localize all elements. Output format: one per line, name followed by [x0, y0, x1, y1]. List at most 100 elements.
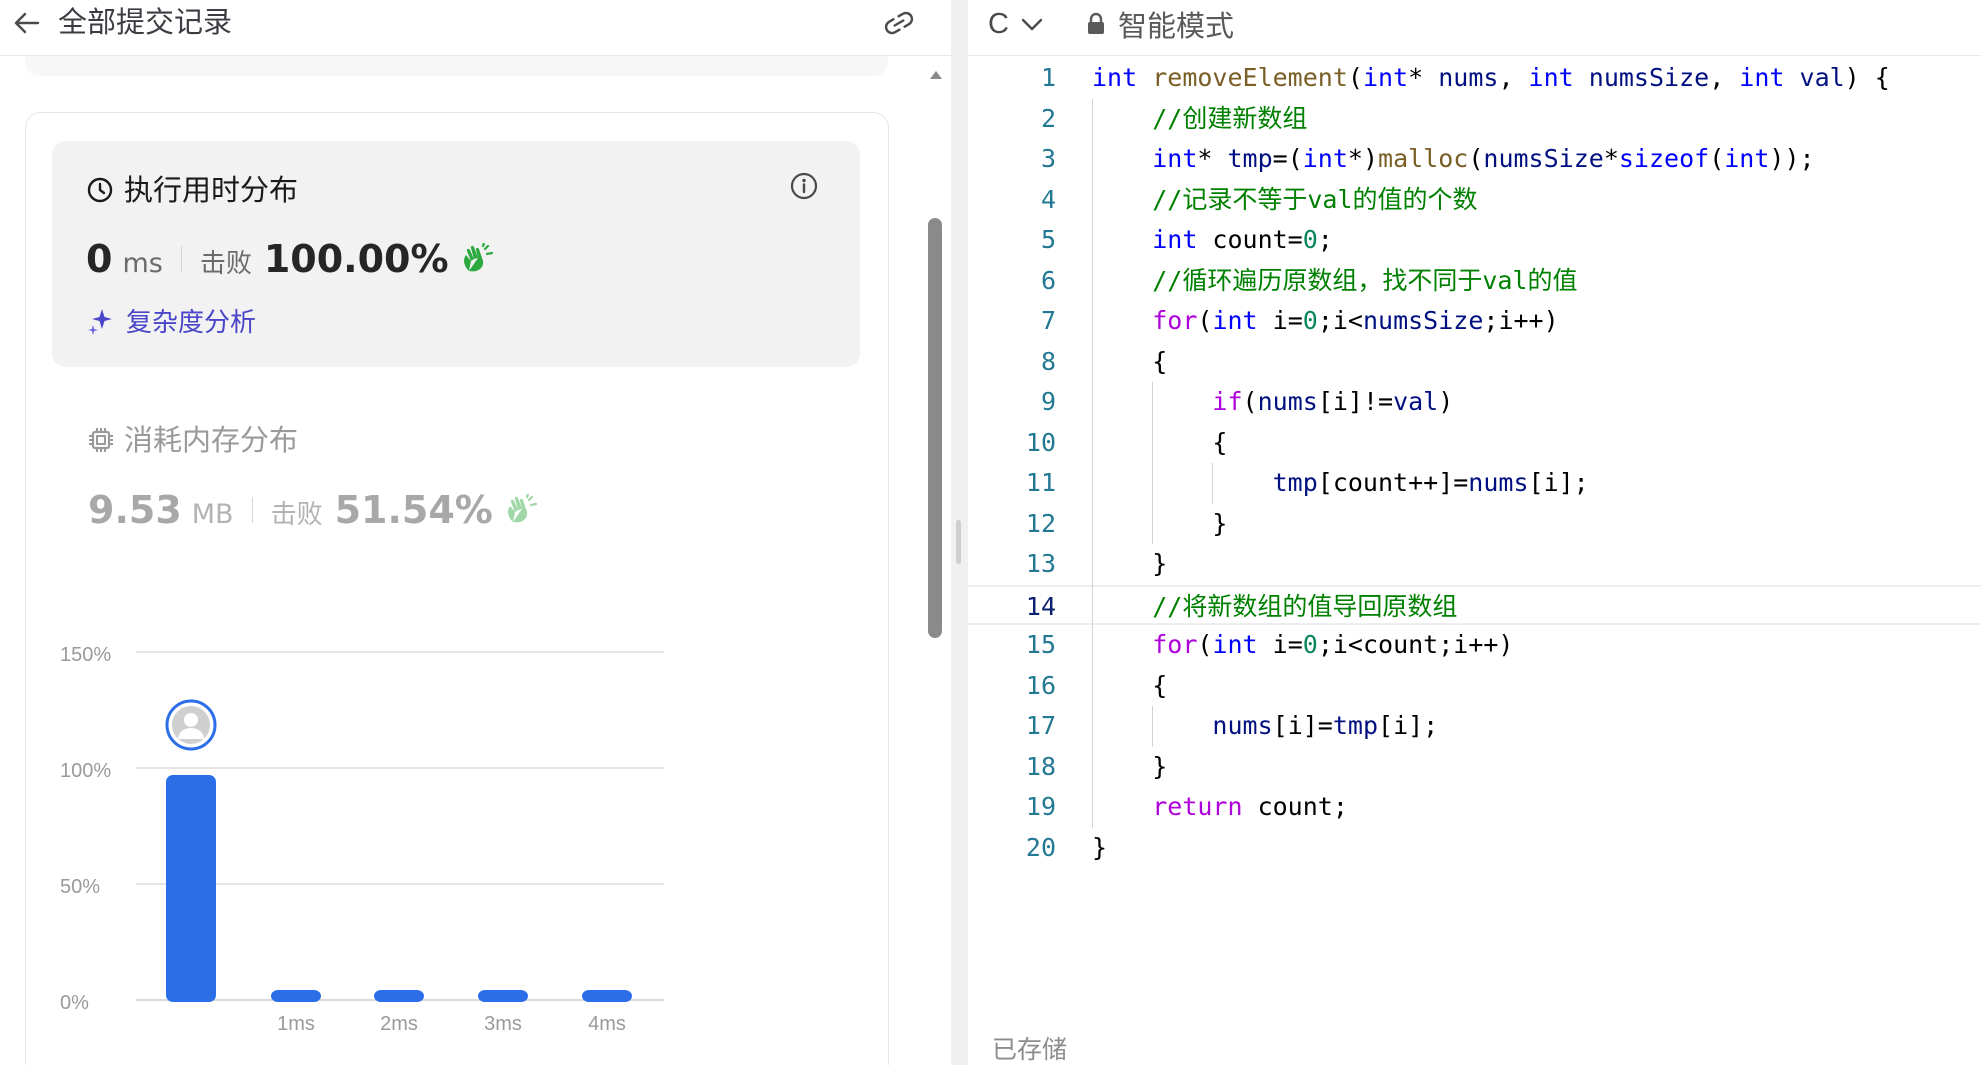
chart-bar [166, 774, 216, 1002]
line-number: 6 [1040, 265, 1056, 295]
x-tick-label: 2ms [380, 1013, 418, 1035]
y-tick-label: 50% [60, 876, 100, 898]
x-tick-label: 1ms [277, 1013, 315, 1035]
line-number: 12 [1025, 508, 1056, 538]
code-text: return count; [1152, 792, 1348, 821]
resize-grip[interactable] [956, 520, 961, 564]
runtime-unit: ms [122, 248, 163, 279]
chart-bar [374, 990, 424, 1002]
code-text: if(nums[i]!=val) [1212, 387, 1454, 416]
code-line[interactable]: 5 int count=0; [968, 220, 1981, 260]
complexity-analysis-link[interactable]: 复杂度分析 [88, 302, 256, 339]
memory-value: 9.53 [88, 488, 182, 532]
divider [180, 246, 182, 272]
divider [251, 497, 253, 523]
arrow-left-icon [14, 12, 40, 34]
chart-bar [478, 990, 528, 1002]
code-text: int count=0; [1152, 225, 1333, 254]
line-number: 8 [1040, 346, 1056, 376]
line-number: 17 [1025, 711, 1056, 740]
save-status: 已存储 [992, 1035, 1068, 1064]
clap-icon [507, 494, 537, 523]
x-tick-label: 3ms [484, 1013, 522, 1035]
code-line[interactable]: 12 } [968, 504, 1981, 544]
runtime-metric: 0 ms 击败 100.00% [86, 236, 495, 282]
code-line[interactable]: 4 //记录不等于val的值的个数 [968, 180, 1981, 220]
code-text: //循环遍历原数组，找不同于val的值 [1152, 265, 1578, 295]
code-text: } [1092, 508, 1228, 538]
code-line[interactable]: 15 for(int i=0;i<count;i++) [968, 625, 1981, 665]
code-line[interactable]: 18 } [968, 747, 1981, 787]
line-number: 14 [1025, 591, 1056, 621]
code-text: for(int i=0;i<numsSize;i++) [1152, 306, 1559, 335]
code-line[interactable]: 9 if(nums[i]!=val) [968, 382, 1981, 422]
avatar-head [184, 712, 198, 727]
code-text: //将新数组的值导回原数组 [1152, 591, 1458, 621]
chart-bar [582, 990, 632, 1002]
code-text: { [1092, 427, 1228, 457]
code-text: } [1092, 832, 1108, 862]
code-text: int removeElement(int* nums, int numsSiz… [1092, 63, 1890, 92]
runtime-beats-percent: 100.00% [263, 237, 449, 281]
code-line[interactable]: 10 { [968, 423, 1981, 463]
indent-guide [1092, 98, 1093, 828]
code-text: nums[i]=tmp[i]; [1212, 711, 1439, 740]
submission-header: 全部提交记录 [0, 0, 951, 56]
language-value: C [988, 7, 1009, 40]
code-text: //记录不等于val的值的个数 [1152, 184, 1478, 214]
scrollbar-thumb[interactable] [928, 218, 942, 638]
runtime-value: 0 [86, 237, 113, 281]
code-line[interactable]: 2 //创建新数组 [968, 99, 1981, 139]
code-text: tmp[count++]=nums[i]; [1272, 468, 1589, 497]
code-line[interactable]: 7 for(int i=0;i<numsSize;i++) [968, 301, 1981, 341]
code-line[interactable]: 14 //将新数组的值导回原数组 [968, 584, 1981, 625]
code-line[interactable]: 8 { [968, 342, 1981, 382]
indent-guide [1212, 463, 1214, 504]
runtime-distribution-chart: 150% 100% 50% 0% 1ms 2ms 3ms 4ms [60, 644, 664, 1035]
back-button[interactable] [10, 6, 44, 40]
chip-icon [89, 428, 113, 452]
info-icon[interactable] [788, 170, 820, 202]
code-line[interactable]: 19 return count; [968, 787, 1981, 827]
chevron-down-icon [1021, 18, 1043, 31]
line-number: 18 [1025, 751, 1056, 781]
code-line[interactable]: 6 //循环遍历原数组，找不同于val的值 [968, 261, 1981, 301]
line-number: 19 [1025, 792, 1056, 821]
lock-icon [1088, 12, 1104, 34]
code-line[interactable]: 3 int* tmp=(int*)malloc(numsSize*sizeof(… [968, 139, 1981, 179]
line-number: 15 [1025, 630, 1056, 659]
line-number: 11 [1025, 468, 1056, 497]
code-line[interactable]: 16 { [968, 666, 1981, 706]
sparkle-icon [88, 308, 112, 335]
runtime-beats-label: 击败 [199, 249, 252, 279]
line-number: 3 [1040, 144, 1056, 173]
clock-icon [87, 177, 113, 203]
code-line[interactable]: 20} [968, 828, 1981, 868]
memory-beats-label: 击败 [270, 500, 323, 530]
language-select[interactable]: C [988, 4, 1045, 44]
scroll-up-arrow-icon[interactable] [928, 68, 944, 82]
line-number: 4 [1040, 184, 1056, 214]
y-tick-label: 100% [60, 760, 111, 782]
smart-mode-label: 智能模式 [1118, 9, 1235, 43]
code-editor[interactable]: 1 int removeElement(int* nums, int numsSi… [968, 63, 1981, 898]
code-line[interactable]: 1 int removeElement(int* nums, int numsSi… [968, 58, 1981, 98]
line-number: 5 [1040, 225, 1056, 254]
code-line[interactable]: 11 tmp[count++]=nums[i]; [968, 463, 1981, 503]
previous-card-edge [25, 56, 888, 76]
code-text: for(int i=0;i<count;i++) [1152, 630, 1514, 659]
code-text: int* tmp=(int*)malloc(numsSize*sizeof(in… [1152, 144, 1815, 173]
code-line[interactable]: 17 nums[i]=tmp[i]; [968, 706, 1981, 746]
code-text: { [1092, 346, 1168, 376]
smart-mode-toggle[interactable]: 智能模式 [1086, 4, 1234, 44]
line-number: 20 [1025, 832, 1056, 862]
line-number: 9 [1040, 387, 1056, 416]
memory-beats-percent: 51.54% [334, 488, 493, 532]
line-number: 2 [1040, 103, 1056, 133]
y-tick-label: 150% [60, 644, 111, 666]
line-number: 1 [1040, 63, 1056, 92]
line-number: 13 [1025, 549, 1056, 578]
copy-link-button[interactable] [878, 4, 920, 40]
code-line[interactable]: 13 } [968, 544, 1981, 584]
indent-guide [1152, 706, 1154, 747]
